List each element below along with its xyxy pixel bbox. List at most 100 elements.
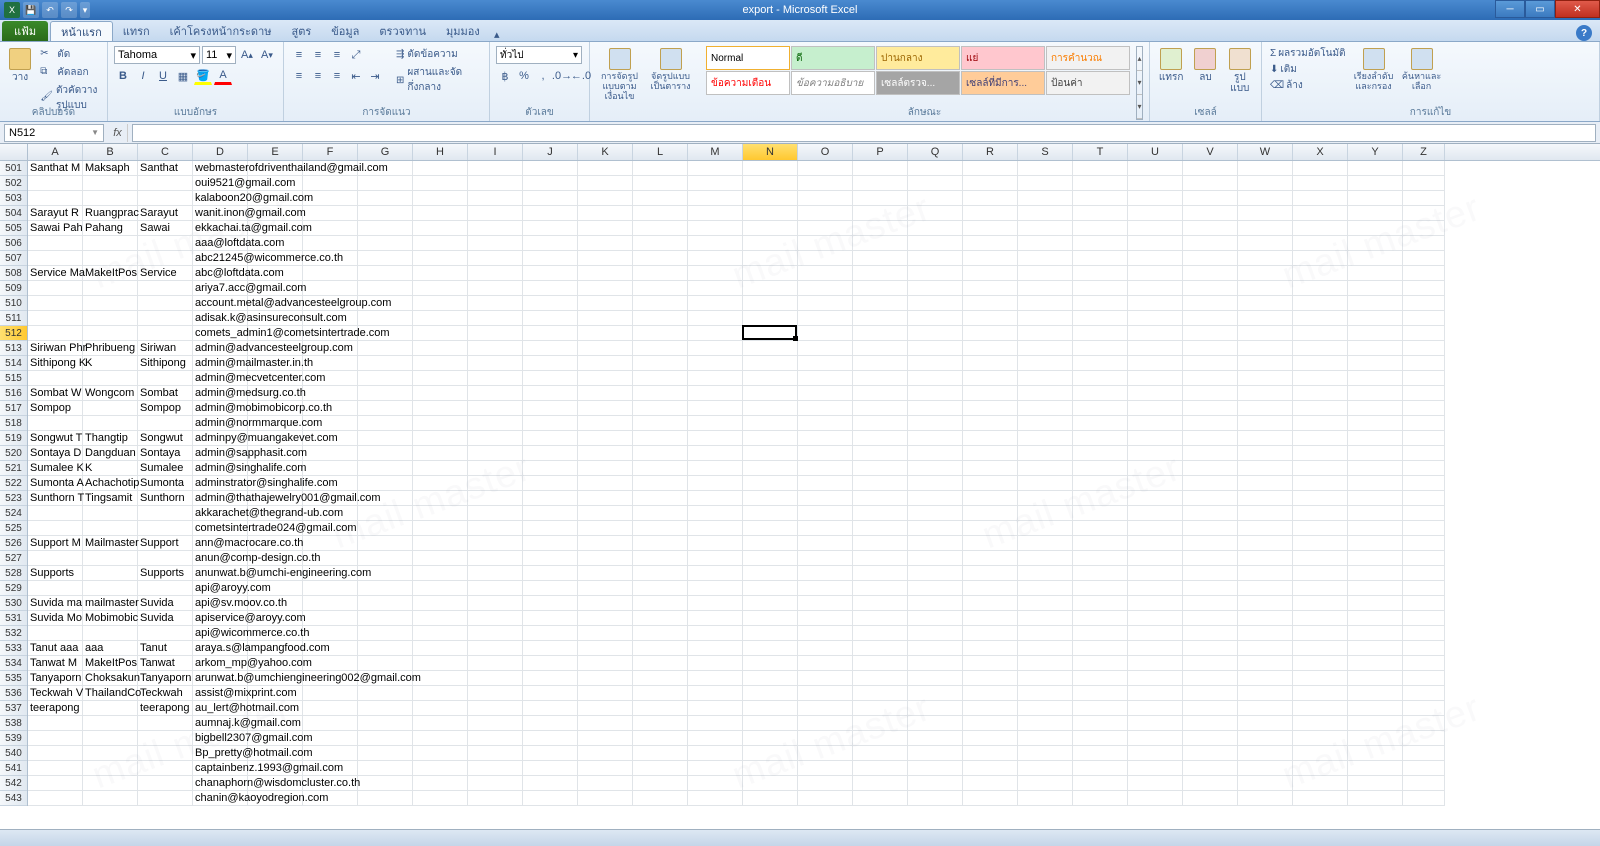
cell[interactable] <box>138 761 193 776</box>
cell[interactable] <box>413 776 468 791</box>
cell[interactable] <box>963 311 1018 326</box>
cell[interactable] <box>1403 356 1445 371</box>
cell[interactable]: Santhat M <box>28 161 83 176</box>
cell[interactable] <box>303 596 358 611</box>
cell[interactable] <box>633 236 688 251</box>
row-header[interactable]: 527 <box>0 551 27 566</box>
cell[interactable] <box>688 641 743 656</box>
cell[interactable] <box>798 251 853 266</box>
cell[interactable] <box>1403 626 1445 641</box>
cell[interactable]: Sumonta <box>138 476 193 491</box>
cell[interactable] <box>468 566 523 581</box>
cell[interactable] <box>468 686 523 701</box>
cell[interactable] <box>1128 746 1183 761</box>
cell[interactable] <box>688 251 743 266</box>
col-header-M[interactable]: M <box>688 144 743 160</box>
cell[interactable] <box>358 791 413 806</box>
cell[interactable] <box>578 521 633 536</box>
cell[interactable] <box>1018 296 1073 311</box>
cell[interactable] <box>1128 386 1183 401</box>
cell[interactable] <box>853 761 908 776</box>
cell[interactable] <box>688 611 743 626</box>
cell[interactable] <box>688 491 743 506</box>
cell[interactable] <box>1018 416 1073 431</box>
cell[interactable] <box>1348 701 1403 716</box>
cell[interactable] <box>633 566 688 581</box>
cell[interactable] <box>1293 431 1348 446</box>
cell[interactable] <box>1018 161 1073 176</box>
cell[interactable] <box>83 566 138 581</box>
row-header[interactable]: 536 <box>0 686 27 701</box>
cell[interactable] <box>1403 176 1445 191</box>
cell[interactable] <box>578 266 633 281</box>
cell[interactable] <box>1403 716 1445 731</box>
cell[interactable] <box>688 221 743 236</box>
cell[interactable] <box>468 461 523 476</box>
cell[interactable] <box>963 791 1018 806</box>
cell[interactable] <box>963 701 1018 716</box>
cell[interactable] <box>1403 791 1445 806</box>
cell[interactable] <box>908 416 963 431</box>
row-header[interactable]: 539 <box>0 731 27 746</box>
cell[interactable] <box>83 791 138 806</box>
cell[interactable] <box>798 446 853 461</box>
cell[interactable] <box>1073 581 1128 596</box>
close-button[interactable]: ✕ <box>1555 0 1600 18</box>
cell[interactable] <box>1128 251 1183 266</box>
cell[interactable] <box>358 176 413 191</box>
tab-3[interactable]: สูตร <box>282 21 322 41</box>
cell[interactable]: Sontaya D <box>28 446 83 461</box>
bold-button[interactable]: B <box>114 67 132 85</box>
cell[interactable] <box>853 416 908 431</box>
cell[interactable]: Sunthorn T <box>28 491 83 506</box>
cell[interactable] <box>468 506 523 521</box>
cell[interactable] <box>1293 701 1348 716</box>
cell[interactable] <box>1073 731 1128 746</box>
cell[interactable] <box>1128 416 1183 431</box>
cell[interactable] <box>1183 461 1238 476</box>
cell[interactable] <box>28 371 83 386</box>
cell[interactable] <box>853 731 908 746</box>
cell[interactable] <box>1238 551 1293 566</box>
col-header-E[interactable]: E <box>248 144 303 160</box>
cell[interactable] <box>798 431 853 446</box>
cell[interactable] <box>688 686 743 701</box>
cell[interactable] <box>28 251 83 266</box>
cell[interactable] <box>1348 791 1403 806</box>
cell[interactable] <box>83 506 138 521</box>
col-header-U[interactable]: U <box>1128 144 1183 160</box>
cell[interactable] <box>1293 776 1348 791</box>
cell[interactable] <box>1018 746 1073 761</box>
cell[interactable] <box>1238 746 1293 761</box>
cell[interactable] <box>963 206 1018 221</box>
cell[interactable] <box>908 386 963 401</box>
cell[interactable] <box>1018 446 1073 461</box>
cell[interactable] <box>28 311 83 326</box>
cell[interactable] <box>578 356 633 371</box>
cell[interactable] <box>1238 341 1293 356</box>
cell[interactable] <box>523 401 578 416</box>
cell[interactable] <box>1348 491 1403 506</box>
cell[interactable] <box>413 176 468 191</box>
cell[interactable] <box>1018 461 1073 476</box>
cell[interactable] <box>83 251 138 266</box>
cell[interactable] <box>523 761 578 776</box>
underline-button[interactable]: U <box>154 67 172 85</box>
cell[interactable] <box>1128 551 1183 566</box>
cell[interactable] <box>1238 686 1293 701</box>
border-button[interactable]: ▦ <box>174 67 192 85</box>
cell[interactable] <box>138 371 193 386</box>
cell[interactable] <box>798 221 853 236</box>
cell[interactable] <box>853 686 908 701</box>
cell[interactable] <box>743 506 798 521</box>
row-header[interactable]: 502 <box>0 176 27 191</box>
cell[interactable] <box>1238 431 1293 446</box>
cell[interactable] <box>1018 476 1073 491</box>
cell[interactable] <box>633 431 688 446</box>
font-color-button[interactable]: A <box>214 67 232 85</box>
cell[interactable] <box>908 326 963 341</box>
cell[interactable] <box>1293 416 1348 431</box>
cell[interactable] <box>1238 536 1293 551</box>
cell[interactable] <box>468 536 523 551</box>
cell[interactable] <box>1293 311 1348 326</box>
